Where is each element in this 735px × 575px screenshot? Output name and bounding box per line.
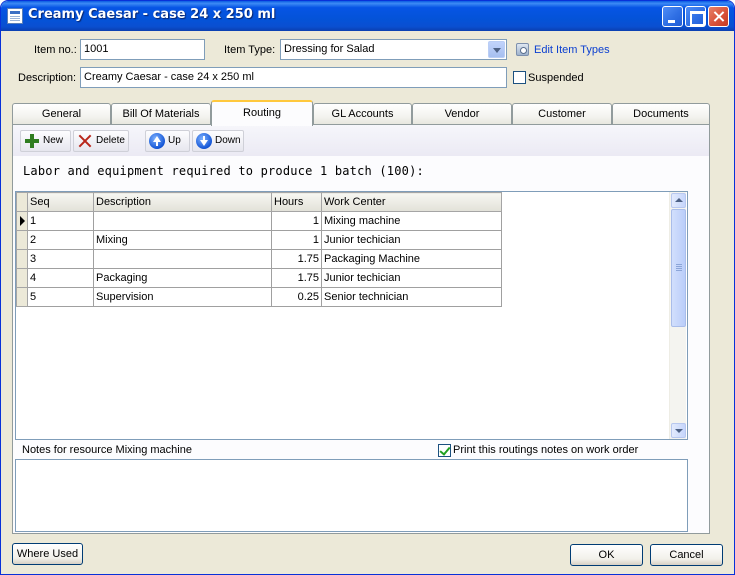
- description-label: Description:: [18, 72, 77, 84]
- item-type-select[interactable]: Dressing for Salad: [280, 39, 507, 60]
- column-header-work-center[interactable]: Work Center: [321, 192, 502, 212]
- item-no-label: Item no.:: [34, 44, 77, 56]
- table-row[interactable]: 1 1 Mixing machine: [16, 211, 502, 231]
- move-up-button[interactable]: Up: [145, 130, 190, 152]
- cell-description[interactable]: [93, 249, 272, 269]
- tab-bill-of-materials[interactable]: Bill Of Materials: [111, 103, 211, 125]
- description-field[interactable]: Creamy Caesar - case 24 x 250 ml: [80, 67, 507, 88]
- cell-work-center[interactable]: Packaging Machine: [321, 249, 502, 269]
- item-type-label: Item Type:: [224, 44, 276, 56]
- cell-work-center[interactable]: Senior technician: [321, 287, 502, 307]
- scroll-down-arrow-icon[interactable]: [671, 423, 686, 438]
- edit-item-types-link[interactable]: Edit Item Types: [534, 44, 610, 56]
- delete-button[interactable]: Delete: [73, 130, 129, 152]
- table-row[interactable]: 4 Packaging 1.75 Junior techician: [16, 268, 502, 288]
- delete-button-label: Delete: [96, 135, 125, 146]
- tab-vendor[interactable]: Vendor: [412, 103, 512, 125]
- print-notes-label: Print this routings notes on work order: [453, 444, 639, 456]
- grid-header-row: Seq Description Hours Work Center: [16, 192, 502, 212]
- cell-seq[interactable]: 3: [27, 249, 94, 269]
- tab-documents[interactable]: Documents: [612, 103, 710, 125]
- cell-work-center[interactable]: Junior techician: [321, 268, 502, 288]
- cell-description[interactable]: Supervision: [93, 287, 272, 307]
- title-bar[interactable]: Creamy Caesar - case 24 x 250 ml: [1, 1, 734, 31]
- row-selector[interactable]: [16, 249, 28, 269]
- row-selector[interactable]: [16, 230, 28, 250]
- routing-grid: Seq Description Hours Work Center 1 1 Mi…: [16, 192, 502, 307]
- new-button-label: New: [43, 135, 64, 146]
- edit-item-types-icon[interactable]: [516, 43, 529, 56]
- cancel-button[interactable]: Cancel: [650, 544, 723, 566]
- where-used-label: Where Used: [16, 548, 79, 560]
- move-down-button[interactable]: Down: [192, 130, 244, 152]
- arrow-down-icon: [196, 133, 212, 149]
- cell-description[interactable]: [93, 211, 272, 231]
- minimize-button[interactable]: [662, 6, 683, 27]
- tab-customer[interactable]: Customer: [512, 103, 612, 125]
- app-window-icon: [7, 8, 23, 24]
- cell-seq[interactable]: 2: [27, 230, 94, 250]
- scrollbar-thumb[interactable]: [671, 209, 686, 327]
- cell-seq[interactable]: 5: [27, 287, 94, 307]
- plus-icon: [24, 133, 40, 149]
- cell-hours[interactable]: 1.75: [271, 268, 322, 288]
- print-notes-checkbox[interactable]: [438, 444, 451, 457]
- suspended-checkbox[interactable]: [513, 71, 526, 84]
- tab-gl-accounts[interactable]: GL Accounts: [313, 103, 412, 125]
- resource-notes-textarea[interactable]: [15, 459, 688, 532]
- grid-vertical-scrollbar[interactable]: [669, 192, 686, 439]
- cell-hours[interactable]: 1: [271, 211, 322, 231]
- item-dialog-window: Creamy Caesar - case 24 x 250 ml Item no…: [0, 0, 735, 575]
- delete-x-icon: [77, 133, 93, 149]
- cell-seq[interactable]: 4: [27, 268, 94, 288]
- item-no-field[interactable]: 1001: [80, 39, 205, 60]
- scroll-up-arrow-icon[interactable]: [671, 193, 686, 208]
- row-header-corner: [16, 192, 28, 212]
- where-used-button[interactable]: Where Used: [12, 543, 83, 565]
- cell-description[interactable]: Packaging: [93, 268, 272, 288]
- close-button[interactable]: [708, 6, 729, 27]
- column-header-hours[interactable]: Hours: [271, 192, 322, 212]
- cell-description[interactable]: Mixing: [93, 230, 272, 250]
- cell-work-center[interactable]: Mixing machine: [321, 211, 502, 231]
- row-selector[interactable]: [16, 268, 28, 288]
- column-header-description[interactable]: Description: [93, 192, 272, 212]
- window-title: Creamy Caesar - case 24 x 250 ml: [28, 7, 276, 22]
- cancel-label: Cancel: [669, 549, 704, 561]
- table-row[interactable]: 5 Supervision 0.25 Senior technician: [16, 287, 502, 307]
- ok-label: OK: [598, 549, 615, 561]
- cell-work-center[interactable]: Junior techician: [321, 230, 502, 250]
- tab-routing[interactable]: Routing: [211, 100, 313, 126]
- cell-seq[interactable]: 1: [27, 211, 94, 231]
- cell-hours[interactable]: 1: [271, 230, 322, 250]
- current-row-pointer-icon: [20, 216, 25, 226]
- suspended-label: Suspended: [528, 72, 584, 84]
- table-row[interactable]: 2 Mixing 1 Junior techician: [16, 230, 502, 250]
- item-type-value: Dressing for Salad: [284, 43, 375, 55]
- cell-hours[interactable]: 1.75: [271, 249, 322, 269]
- row-selector[interactable]: [16, 211, 28, 231]
- column-header-seq[interactable]: Seq: [27, 192, 94, 212]
- table-row[interactable]: 3 1.75 Packaging Machine: [16, 249, 502, 269]
- row-selector[interactable]: [16, 287, 28, 307]
- move-up-label: Up: [168, 135, 181, 146]
- move-down-label: Down: [215, 135, 241, 146]
- cell-hours[interactable]: 0.25: [271, 287, 322, 307]
- production-batch-text: Labor and equipment required to produce …: [23, 164, 424, 178]
- chevron-down-icon[interactable]: [488, 41, 505, 58]
- routing-toolbar: New Delete Up Down: [13, 125, 709, 156]
- notes-label: Notes for resource Mixing machine: [22, 444, 192, 456]
- arrow-up-icon: [149, 133, 165, 149]
- new-button[interactable]: New: [20, 130, 71, 152]
- tab-general[interactable]: General: [12, 103, 111, 125]
- maximize-button[interactable]: [685, 6, 706, 27]
- ok-button[interactable]: OK: [570, 544, 643, 566]
